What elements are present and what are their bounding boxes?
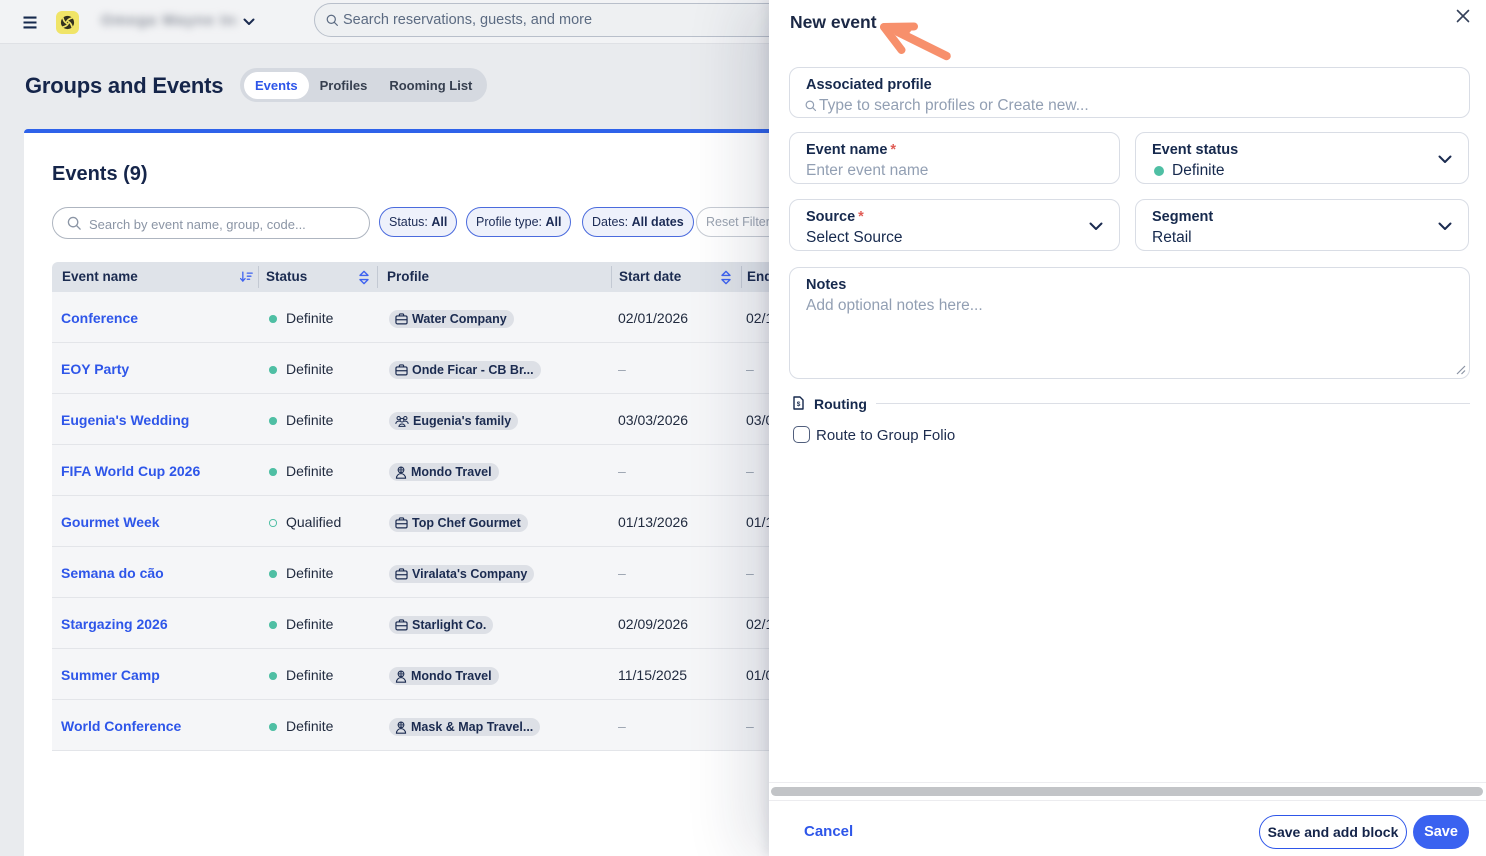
- svg-text:$: $: [797, 401, 801, 408]
